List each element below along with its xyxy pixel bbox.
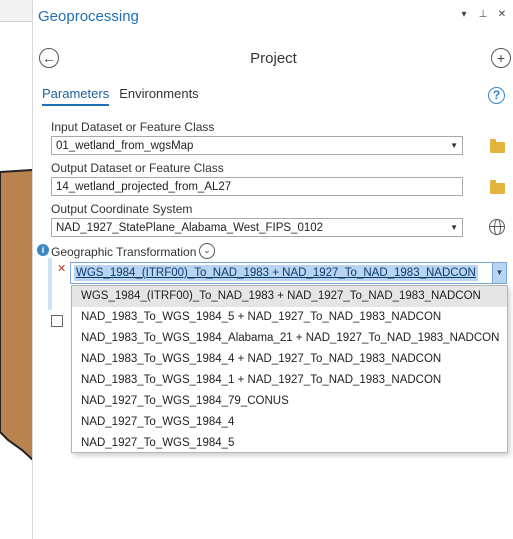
option-checkbox[interactable] [51, 315, 63, 327]
tab-strip: Parameters Environments [42, 86, 199, 106]
map-view-edge[interactable] [0, 0, 33, 539]
dropdown-option[interactable]: NAD_1927_To_WGS_1984_4 [72, 412, 507, 433]
browse-folder-icon[interactable] [490, 180, 505, 194]
dropdown-option[interactable]: NAD_1983_To_WGS_1984_4 + NAD_1927_To_NAD… [72, 349, 507, 370]
geographic-transformation-label: Geographic Transformation [51, 245, 197, 259]
output-dataset-input[interactable]: 14_wetland_projected_from_AL27 [51, 177, 463, 196]
output-dataset-value: 14_wetland_projected_from_AL27 [56, 181, 232, 193]
pane-options-icon[interactable]: ▾ [459, 9, 469, 21]
globe-icon[interactable] [489, 219, 505, 235]
coordinate-system-value: NAD_1927_StatePlane_Alabama_West_FIPS_01… [56, 222, 324, 234]
error-x-icon: ✕ [57, 263, 67, 275]
coordinate-system-combo[interactable]: NAD_1927_StatePlane_Alabama_West_FIPS_01… [51, 218, 463, 237]
dropdown-option[interactable]: WGS_1984_(ITRF00)_To_NAD_1983 + NAD_1927… [72, 286, 507, 307]
info-icon[interactable]: i [37, 244, 49, 256]
chevron-down-icon[interactable]: ▼ [450, 139, 458, 153]
dropdown-option[interactable]: NAD_1983_To_WGS_1984_5 + NAD_1927_To_NAD… [72, 307, 507, 328]
input-dataset-label: Input Dataset or Feature Class [51, 120, 215, 134]
dropdown-option[interactable]: NAD_1927_To_WGS_1984_79_CONUS [72, 391, 507, 412]
pane-header: Geoprocessing ▾ ⊥ ✕ [34, 0, 513, 32]
geographic-transformation-value[interactable]: WGS_1984_(ITRF00)_To_NAD_1983 + NAD_1927… [74, 265, 478, 281]
map-canvas [0, 169, 32, 461]
help-icon[interactable]: ? [488, 87, 505, 104]
input-dataset-value: 01_wetland_from_wgsMap [56, 140, 194, 152]
pane-header-controls: ▾ ⊥ ✕ [459, 9, 507, 21]
pin-icon[interactable]: ⊥ [478, 9, 488, 21]
tool-nav-row: ← Project + [34, 44, 513, 74]
dropdown-option[interactable]: NAD_1983_To_WGS_1984_1 + NAD_1927_To_NAD… [72, 370, 507, 391]
tab-parameters[interactable]: Parameters [42, 86, 110, 106]
tool-title: Project [250, 50, 297, 67]
geographic-transformation-combo[interactable]: WGS_1984_(ITRF00)_To_NAD_1983 + NAD_1927… [70, 262, 507, 284]
dropdown-option[interactable]: NAD_1927_To_WGS_1984_5 [72, 433, 507, 454]
browse-folder-icon[interactable] [490, 139, 505, 153]
selected-parameter-bar [48, 258, 52, 310]
pane-title: Geoprocessing [38, 7, 139, 25]
coordinate-system-label: Output Coordinate System [51, 202, 193, 216]
expand-chevron-icon[interactable]: ⌄ [199, 243, 215, 259]
add-icon[interactable]: + [491, 48, 511, 68]
chevron-down-icon[interactable]: ▼ [450, 221, 458, 235]
close-icon[interactable]: ✕ [497, 9, 507, 21]
chevron-down-icon[interactable]: ▼ [492, 263, 506, 283]
transformation-dropdown-list: WGS_1984_(ITRF00)_To_NAD_1983 + NAD_1927… [71, 285, 508, 453]
input-dataset-combo[interactable]: 01_wetland_from_wgsMap ▼ [51, 136, 463, 155]
tab-environments[interactable]: Environments [119, 86, 198, 106]
geoprocessing-pane: Geoprocessing ▾ ⊥ ✕ ← Project + Paramete… [34, 0, 513, 539]
dropdown-option[interactable]: NAD_1983_To_WGS_1984_Alabama_21 + NAD_19… [72, 328, 507, 349]
output-dataset-label: Output Dataset or Feature Class [51, 161, 224, 175]
